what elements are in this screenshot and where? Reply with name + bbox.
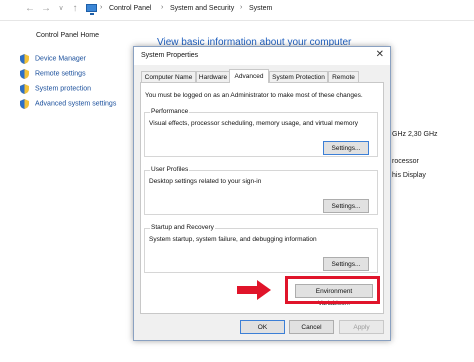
shield-icon [20, 84, 29, 94]
processor-speed-text: GHz 2,30 GHz [392, 131, 438, 138]
group-description: System startup, system failure, and debu… [149, 236, 317, 243]
red-arrow-icon [237, 280, 271, 300]
back-arrow-icon[interactable]: ← [24, 3, 36, 15]
user-profiles-settings-button[interactable]: Settings... [323, 199, 369, 213]
control-panel-home-link[interactable]: Control Panel Home [36, 32, 99, 39]
group-title: Startup and Recovery [150, 224, 215, 231]
sidebar-item-label: Advanced system settings [35, 100, 117, 108]
cancel-button[interactable]: Cancel [289, 320, 334, 334]
sidebar-item-advanced-system-settings[interactable]: Advanced system settings [20, 99, 116, 110]
tab-remote[interactable]: Remote [328, 71, 359, 82]
sidebar-item-device-manager[interactable]: Device Manager [20, 54, 86, 65]
close-icon[interactable]: ✕ [376, 49, 384, 61]
tab-advanced[interactable]: Advanced [229, 69, 269, 83]
performance-group: Performance Visual effects, processor sc… [144, 108, 378, 157]
sidebar-item-remote-settings[interactable]: Remote settings [20, 69, 86, 80]
shield-icon [20, 54, 29, 64]
apply-button[interactable]: Apply [339, 320, 384, 334]
sidebar-item-label: System protection [35, 85, 92, 93]
breadcrumb-control-panel[interactable]: Control Panel [109, 5, 151, 12]
group-title: Performance [150, 108, 190, 115]
tab-hardware[interactable]: Hardware [196, 71, 230, 82]
tab-system-protection[interactable]: System Protection [269, 71, 328, 82]
dialog-title: System Properties [141, 52, 199, 59]
group-description: Desktop settings related to your sign-in [149, 178, 262, 185]
user-profiles-group: User Profiles Desktop settings related t… [144, 166, 378, 215]
system-type-text: rocessor [392, 158, 419, 165]
chevron-right-icon: › [100, 4, 103, 11]
recent-dropdown-icon[interactable]: ∨ [55, 3, 67, 15]
sidebar-item-label: Device Manager [35, 55, 86, 63]
dialog-titlebar[interactable]: System Properties ✕ [134, 47, 390, 65]
forward-arrow-icon[interactable]: → [40, 3, 52, 15]
shield-icon [20, 69, 29, 79]
shield-icon [20, 99, 29, 109]
highlight-box [285, 276, 380, 304]
group-title: User Profiles [150, 166, 190, 173]
tab-computer-name[interactable]: Computer Name [141, 71, 196, 82]
pen-touch-text: his Display [392, 172, 426, 179]
sidebar-item-label: Remote settings [35, 70, 86, 78]
up-arrow-icon[interactable]: ↑ [69, 3, 81, 15]
performance-settings-button[interactable]: Settings... [323, 141, 369, 155]
breadcrumb-system-security[interactable]: System and Security [170, 5, 234, 12]
group-description: Visual effects, processor scheduling, me… [149, 120, 358, 127]
ok-button[interactable]: OK [240, 320, 285, 334]
address-bar: ← → ∨ ↑ › Control Panel › System and Sec… [0, 0, 474, 21]
admin-note: You must be logged on as an Administrato… [145, 92, 363, 99]
breadcrumb-system[interactable]: System [249, 5, 272, 12]
chevron-right-icon: › [161, 4, 164, 11]
chevron-right-icon: › [240, 4, 243, 11]
startup-recovery-group: Startup and Recovery System startup, sys… [144, 224, 378, 273]
computer-icon [86, 4, 97, 15]
startup-recovery-settings-button[interactable]: Settings... [323, 257, 369, 271]
sidebar-item-system-protection[interactable]: System protection [20, 84, 91, 95]
